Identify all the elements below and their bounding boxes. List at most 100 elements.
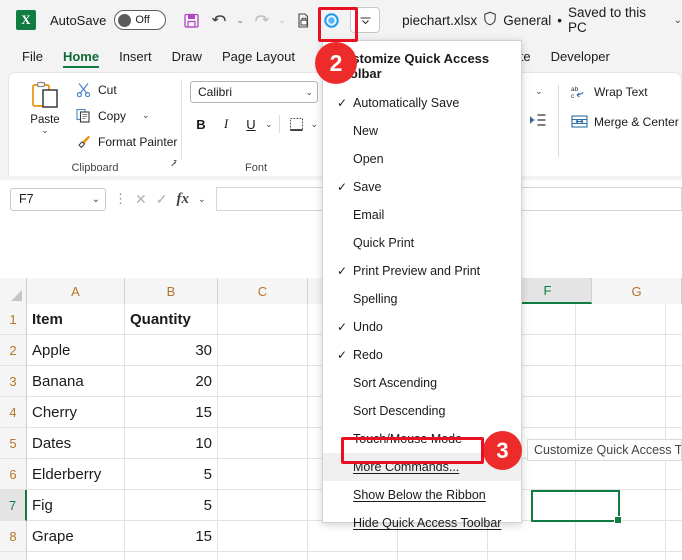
cut-button[interactable]: Cut xyxy=(75,81,117,98)
cell-a8[interactable]: Grape xyxy=(27,521,125,551)
cell-c9[interactable] xyxy=(218,552,308,560)
tab-developer[interactable]: Developer xyxy=(541,46,620,70)
save-status-caret-icon[interactable]: ⌄ xyxy=(674,15,682,26)
menu-item-quick-print[interactable]: Quick Print xyxy=(323,229,521,257)
undo-caret-icon[interactable]: ⌄ xyxy=(234,15,246,26)
row-header-3[interactable]: 3 xyxy=(0,366,27,397)
tab-draw[interactable]: Draw xyxy=(162,46,212,70)
orientation-chevron-down-icon[interactable]: ⌄ xyxy=(535,87,543,96)
cell-b4[interactable]: 15 xyxy=(125,397,218,427)
cell-g4[interactable] xyxy=(576,397,666,427)
menu-item-open[interactable]: Open xyxy=(323,145,521,173)
menu-item-redo[interactable]: ✓ Redo xyxy=(323,341,521,369)
cell-a3[interactable]: Banana xyxy=(27,366,125,396)
menu-item-sort-descending[interactable]: Sort Descending xyxy=(323,397,521,425)
row-header-1[interactable]: 1 xyxy=(0,304,27,335)
column-header-c[interactable]: C xyxy=(218,278,308,304)
wrap-text-button[interactable]: ab c Wrap Text xyxy=(571,83,648,100)
copy-button[interactable]: Copy ⌄ xyxy=(75,107,150,124)
cell-g2[interactable] xyxy=(576,335,666,365)
underline-button[interactable]: U xyxy=(240,113,262,135)
clipboard-dialog-launcher-icon[interactable]: ⭷ xyxy=(171,157,177,174)
cell-c3[interactable] xyxy=(218,366,308,396)
italic-button[interactable]: I xyxy=(215,113,237,135)
bold-button[interactable]: B xyxy=(190,113,212,135)
autosave-toggle[interactable]: Off xyxy=(114,10,167,30)
cell-a2[interactable]: Apple xyxy=(27,335,125,365)
menu-item-show-below-the-ribbon[interactable]: Show Below the Ribbon xyxy=(323,481,521,509)
format-painter-button[interactable]: Format Painter xyxy=(75,133,177,150)
save-icon[interactable] xyxy=(178,7,204,33)
select-all-corner[interactable] xyxy=(0,278,27,304)
menu-item-new[interactable]: New xyxy=(323,117,521,145)
paste-chevron-down-icon[interactable]: ⌄ xyxy=(41,126,49,135)
menu-item-print-preview-and-print[interactable]: ✓ Print Preview and Print xyxy=(323,257,521,285)
cell-b6[interactable]: 5 xyxy=(125,459,218,489)
name-box[interactable]: F7 ⌄ xyxy=(10,187,106,211)
cell-b2[interactable]: 30 xyxy=(125,335,218,365)
column-header-b[interactable]: B xyxy=(125,278,218,304)
menu-item-save[interactable]: ✓ Save xyxy=(323,173,521,201)
cell-b5[interactable]: 10 xyxy=(125,428,218,458)
cell-a9[interactable] xyxy=(27,552,125,560)
save-status-label[interactable]: Saved to this PC xyxy=(568,5,668,35)
underline-chevron-down-icon[interactable]: ⌄ xyxy=(265,119,273,128)
column-header-a[interactable]: A xyxy=(27,278,125,304)
cell-g7[interactable] xyxy=(576,490,666,520)
cell-c8[interactable] xyxy=(218,521,308,551)
tab-page-layout[interactable]: Page Layout xyxy=(212,46,305,70)
font-name-input[interactable]: Calibri ⌄ xyxy=(190,81,318,103)
cell-e9[interactable] xyxy=(398,552,488,560)
cell-a7[interactable]: Fig xyxy=(27,490,125,520)
fx-icon[interactable]: fx xyxy=(176,191,189,208)
fx-chevron-down-icon[interactable]: ⌄ xyxy=(198,194,206,203)
increase-indent-icon[interactable] xyxy=(529,113,546,133)
cell-g3[interactable] xyxy=(576,366,666,396)
cell-b8[interactable]: 15 xyxy=(125,521,218,551)
copy-chevron-down-icon[interactable]: ⌄ xyxy=(142,111,150,120)
tab-insert[interactable]: Insert xyxy=(109,46,162,70)
menu-item-email[interactable]: Email xyxy=(323,201,521,229)
tab-file[interactable]: File xyxy=(12,46,53,70)
row-header-6[interactable]: 6 xyxy=(0,459,27,490)
cell-b1[interactable]: Quantity xyxy=(125,304,218,334)
cell-d9[interactable] xyxy=(308,552,398,560)
cell-f9[interactable] xyxy=(488,552,576,560)
cell-a4[interactable]: Cherry xyxy=(27,397,125,427)
menu-item-hide-quick-access-toolbar[interactable]: Hide Quick Access Toolbar xyxy=(323,509,521,537)
cell-g8[interactable] xyxy=(576,521,666,551)
menu-item-undo[interactable]: ✓ Undo xyxy=(323,313,521,341)
borders-chevron-down-icon[interactable]: ⌄ xyxy=(311,119,319,128)
cell-g6[interactable] xyxy=(576,459,666,489)
cell-c2[interactable] xyxy=(218,335,308,365)
row-header-5[interactable]: 5 xyxy=(0,428,27,459)
row-header-7[interactable]: 7 xyxy=(0,490,27,521)
cell-b7[interactable]: 5 xyxy=(125,490,218,520)
cell-a6[interactable]: Elderberry xyxy=(27,459,125,489)
cell-c1[interactable] xyxy=(218,304,308,334)
borders-icon[interactable] xyxy=(286,113,308,135)
cell-g9[interactable] xyxy=(576,552,666,560)
cell-c4[interactable] xyxy=(218,397,308,427)
menu-item-automatically-save[interactable]: ✓ Automatically Save xyxy=(323,89,521,117)
paste-button[interactable]: Paste ⌄ xyxy=(19,79,71,151)
menu-item-spelling[interactable]: Spelling xyxy=(323,285,521,313)
cell-a5[interactable]: Dates xyxy=(27,428,125,458)
undo-icon[interactable] xyxy=(206,7,232,33)
row-header-2[interactable]: 2 xyxy=(0,335,27,366)
cell-a1[interactable]: Item xyxy=(27,304,125,334)
customize-qat-dropdown-button[interactable] xyxy=(350,7,381,33)
print-preview-icon[interactable] xyxy=(290,7,316,33)
cell-b3[interactable]: 20 xyxy=(125,366,218,396)
cell-c7[interactable] xyxy=(218,490,308,520)
document-name[interactable]: piechart.xlsx xyxy=(402,13,477,28)
font-name-chevron-down-icon[interactable]: ⌄ xyxy=(305,87,313,98)
redo-icon[interactable] xyxy=(248,7,274,33)
enter-check-icon[interactable]: ✓ xyxy=(156,191,168,208)
sensitivity-label[interactable]: General xyxy=(503,13,551,28)
column-header-g[interactable]: G xyxy=(592,278,682,304)
formula-bar-expand-dots-icon[interactable]: ⋮ xyxy=(114,191,127,207)
row-header-4[interactable]: 4 xyxy=(0,397,27,428)
row-header-9[interactable]: 9 xyxy=(0,552,27,560)
tab-home[interactable]: Home xyxy=(53,46,109,70)
